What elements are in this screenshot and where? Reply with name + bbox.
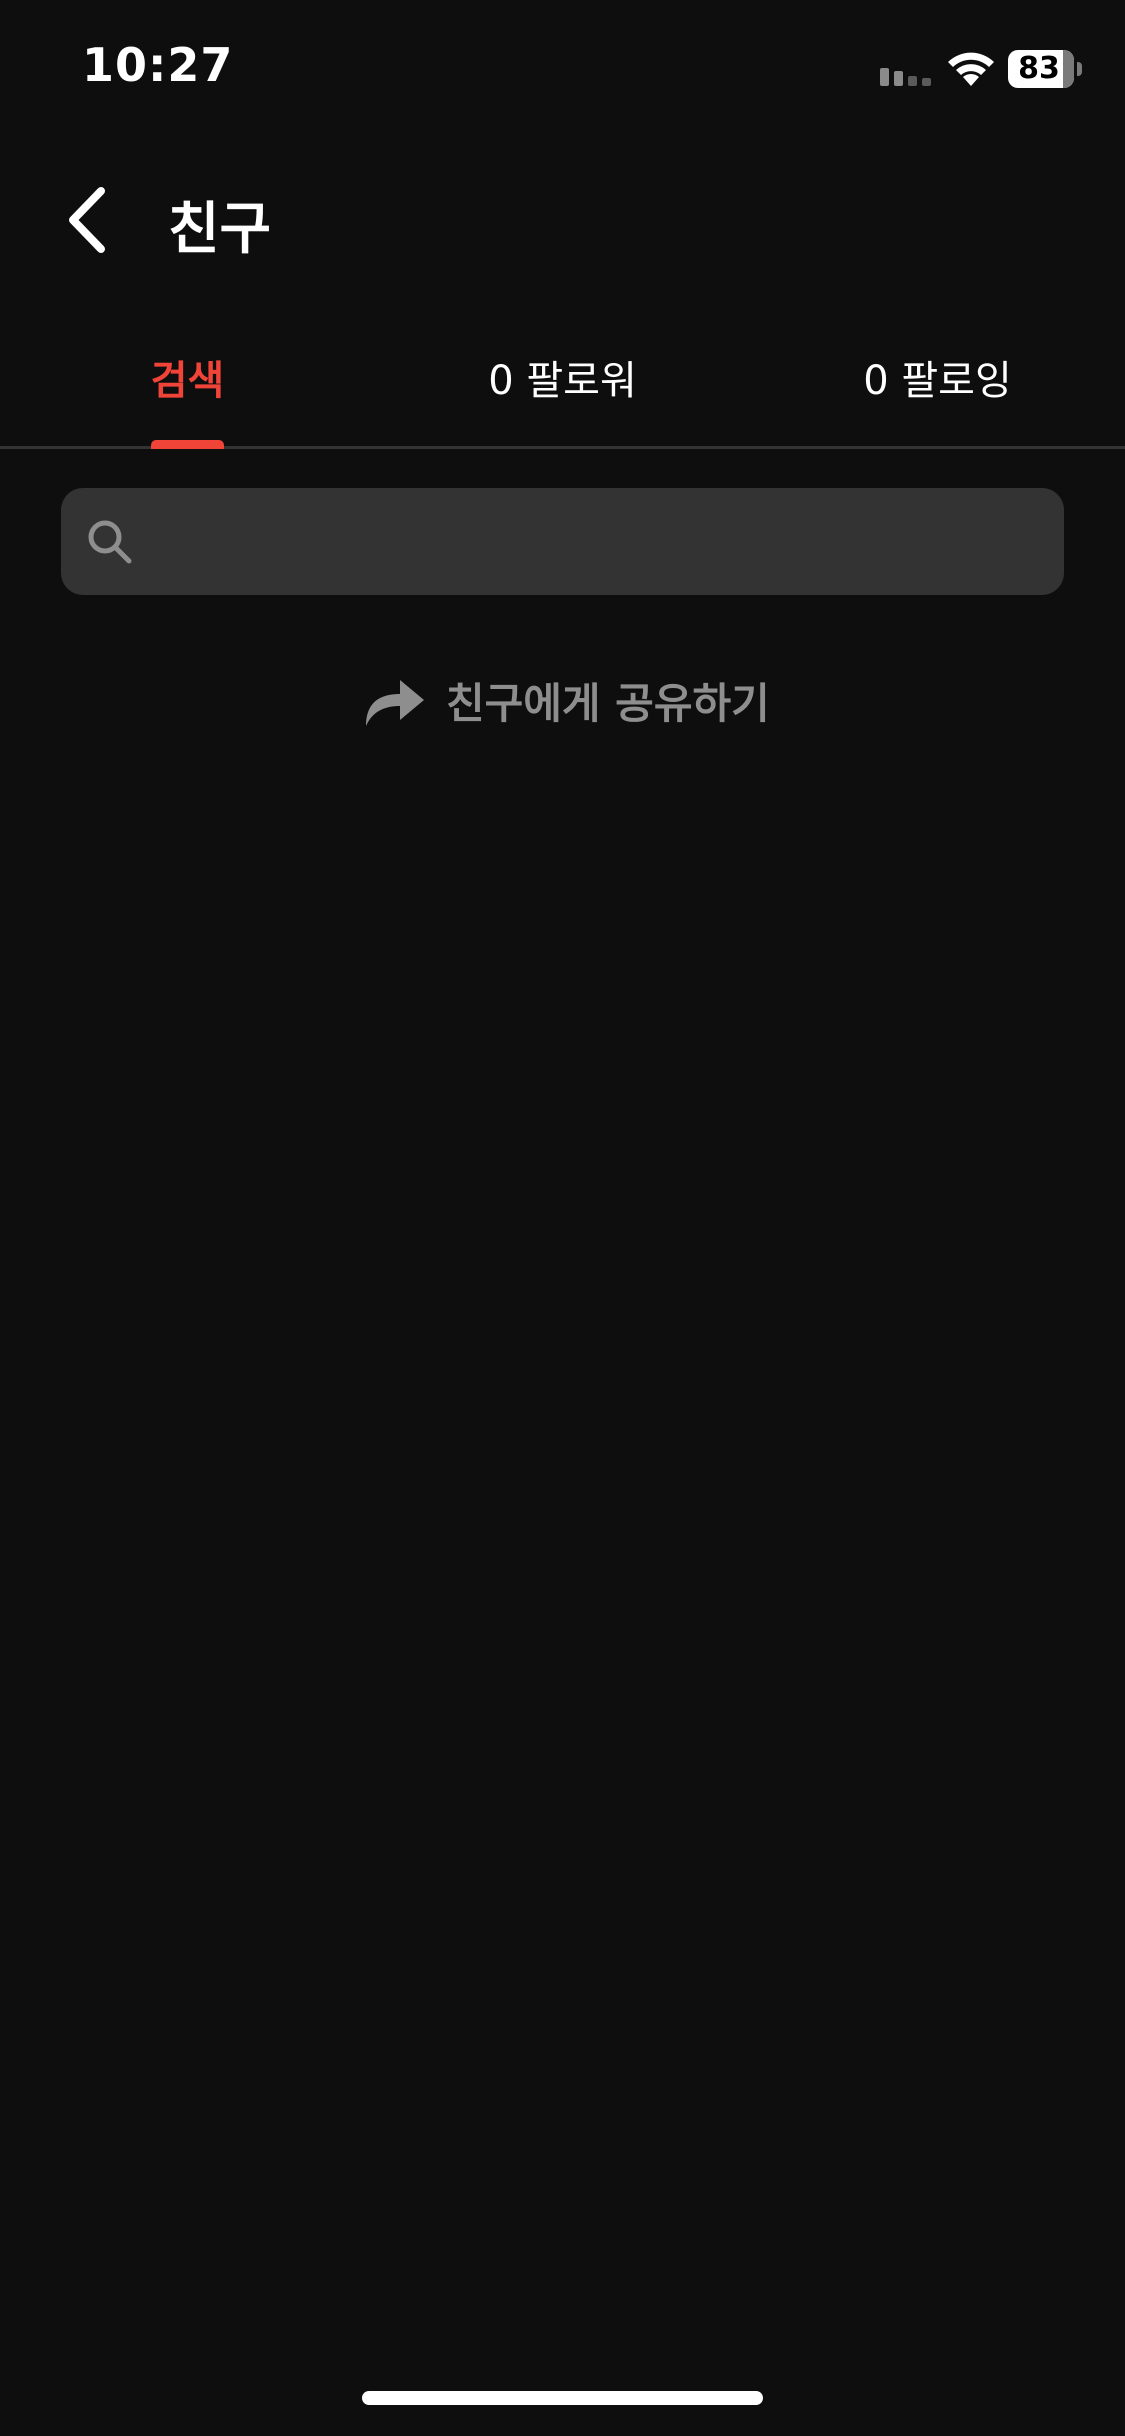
active-tab-indicator [151,440,224,449]
search-box[interactable] [61,488,1064,595]
battery-percentage: 83 [1018,51,1060,86]
share-arrow-icon [366,680,424,726]
battery-icon: 83 [1008,50,1082,88]
chevron-left-icon [69,187,105,253]
status-time: 10:27 [82,38,234,92]
cellular-signal-icon [880,68,931,86]
tab-followers[interactable]: 0 팔로워 [430,318,695,446]
tab-following[interactable]: 0 팔로잉 [810,318,1065,446]
share-label: 친구에게 공유하기 [446,678,770,728]
search-input[interactable] [155,500,1064,583]
header: 친구 [0,160,1125,280]
tab-bar: 검색 0 팔로워 0 팔로잉 [0,318,1125,449]
home-indicator [362,2391,763,2405]
battery-body: 83 [1008,50,1074,88]
status-bar: 10:27 83 [0,0,1125,140]
wifi-icon [948,52,994,86]
search-icon [88,520,132,563]
share-with-friends-button[interactable]: 친구에게 공유하기 [362,660,770,740]
page-title: 친구 [168,197,272,262]
back-button[interactable] [46,180,126,260]
battery-tip [1077,62,1082,76]
tab-search[interactable]: 검색 [60,318,315,446]
